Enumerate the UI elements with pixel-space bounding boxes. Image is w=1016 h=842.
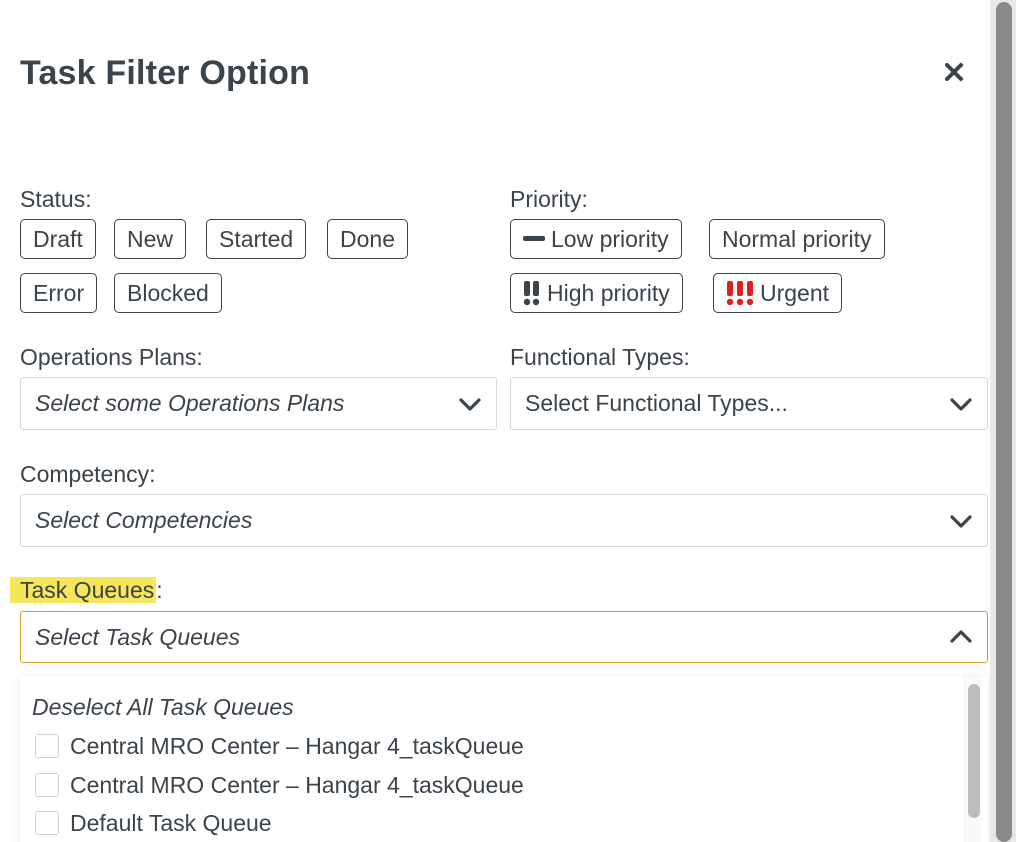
- task-queues-placeholder: Select Task Queues: [35, 623, 240, 650]
- chevron-down-icon: [950, 514, 972, 528]
- list-item[interactable]: Central MRO Center – Hangar 4_taskQueue: [35, 770, 524, 800]
- functional-types-select[interactable]: Select Functional Types...: [510, 377, 988, 430]
- functional-types-placeholder: Select Functional Types...: [525, 390, 788, 416]
- priority-low-label: Low priority: [551, 225, 669, 252]
- checkbox[interactable]: [35, 773, 59, 797]
- status-chip-error[interactable]: Error: [20, 273, 98, 313]
- task-queues-label: Task Queues:: [10, 577, 163, 604]
- dropdown-scrollbar-thumb[interactable]: [968, 684, 980, 818]
- triple-exclamation-icon: [726, 280, 754, 306]
- page-scrollbar[interactable]: [990, 0, 1016, 842]
- list-item-label: Central MRO Center – Hangar 4_taskQueue: [70, 732, 524, 759]
- close-icon: [945, 63, 963, 81]
- list-item[interactable]: Default Task Queue: [35, 808, 272, 838]
- task-queues-select[interactable]: Select Task Queues: [20, 611, 988, 663]
- dash-icon: [523, 235, 545, 243]
- status-chip-blocked[interactable]: Blocked: [114, 273, 222, 313]
- priority-label: Priority:: [510, 186, 588, 212]
- checkbox[interactable]: [35, 811, 59, 835]
- task-queues-label-highlight: Task Queues: [10, 577, 157, 603]
- dialog-title: Task Filter Option: [20, 54, 311, 92]
- page-scrollbar-thumb[interactable]: [996, 2, 1012, 842]
- status-chip-done[interactable]: Done: [327, 219, 408, 259]
- operations-plans-select[interactable]: Select some Operations Plans: [20, 377, 497, 430]
- status-chip-started[interactable]: Started: [206, 219, 307, 259]
- close-button[interactable]: [940, 58, 968, 86]
- priority-chip-high[interactable]: High priority: [510, 273, 683, 313]
- task-filter-dialog: Task Filter Option Status: Draft New Sta…: [0, 0, 990, 842]
- competency-label: Competency:: [20, 461, 156, 487]
- status-label: Status:: [20, 186, 92, 212]
- chevron-up-icon: [950, 630, 972, 643]
- deselect-all-task-queues[interactable]: Deselect All Task Queues: [32, 694, 294, 721]
- competency-select[interactable]: Select Competencies: [20, 494, 988, 547]
- priority-chip-urgent[interactable]: Urgent: [713, 273, 843, 313]
- status-chip-draft[interactable]: Draft: [20, 219, 96, 259]
- list-item-label: Default Task Queue: [70, 809, 272, 836]
- priority-high-label: High priority: [547, 279, 670, 306]
- priority-chip-low[interactable]: Low priority: [510, 219, 682, 259]
- task-queues-label-suffix: :: [156, 577, 163, 603]
- list-item[interactable]: Central MRO Center – Hangar 4_taskQueue: [35, 731, 524, 761]
- chevron-down-icon: [950, 397, 972, 411]
- double-exclamation-icon: [523, 280, 541, 306]
- operations-plans-placeholder: Select some Operations Plans: [35, 390, 345, 416]
- task-queues-dropdown: Deselect All Task Queues Central MRO Cen…: [20, 676, 988, 842]
- operations-plans-label: Operations Plans:: [20, 344, 203, 370]
- checkbox[interactable]: [35, 734, 59, 758]
- competency-placeholder: Select Competencies: [35, 507, 253, 533]
- priority-urgent-label: Urgent: [760, 279, 830, 306]
- chevron-down-icon: [459, 397, 481, 411]
- list-item-label: Central MRO Center – Hangar 4_taskQueue: [70, 771, 524, 798]
- dropdown-scrollbar[interactable]: [964, 676, 982, 842]
- functional-types-label: Functional Types:: [510, 344, 690, 370]
- priority-chip-normal[interactable]: Normal priority: [709, 219, 885, 259]
- status-chip-new[interactable]: New: [114, 219, 187, 259]
